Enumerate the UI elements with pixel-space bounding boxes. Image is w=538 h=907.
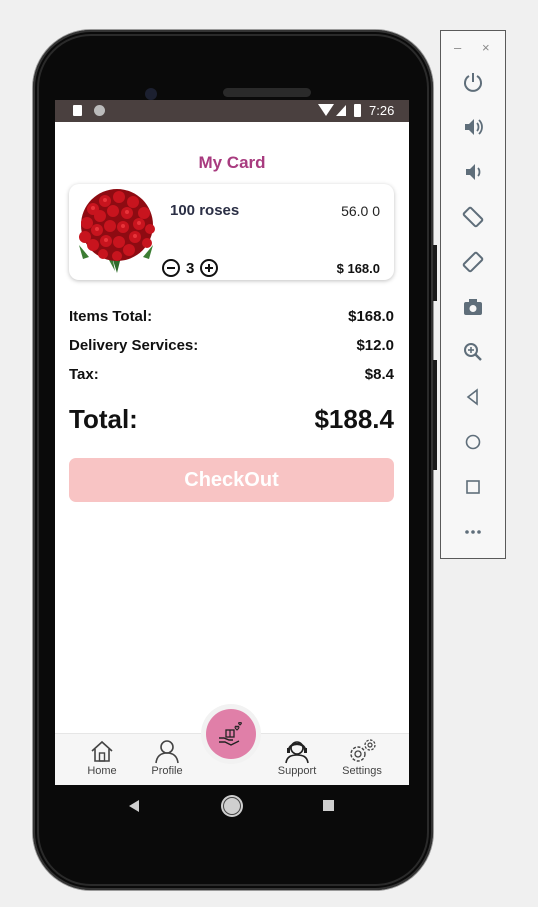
zoom-button[interactable] (457, 336, 489, 368)
settings-gears-icon (350, 739, 376, 762)
minimize-button[interactable]: – (454, 40, 461, 55)
product-name: 100 roses (170, 202, 240, 219)
emulator-control-panel: – × (440, 30, 506, 559)
front-camera (145, 88, 157, 100)
signal-icon (336, 105, 346, 116)
system-back-icon[interactable] (129, 800, 139, 812)
rotate-right-button[interactable] (457, 246, 489, 278)
power-side-button (433, 360, 437, 470)
overview-icon (466, 480, 480, 494)
nav-profile-label: Profile (151, 765, 183, 777)
volume-down-icon (466, 164, 481, 180)
nav-support-label: Support (277, 765, 317, 777)
system-recents-icon[interactable] (323, 800, 334, 811)
back-icon (466, 388, 478, 406)
earpiece-speaker (223, 88, 311, 97)
gift-hand-icon (219, 722, 242, 746)
status-bar: 7:26 (55, 100, 409, 122)
system-home-icon[interactable] (223, 797, 241, 815)
volume-down-button[interactable] (457, 156, 489, 188)
home-button[interactable] (457, 426, 489, 458)
delivery-label: Delivery Services: (69, 337, 199, 354)
sd-card-icon (73, 105, 82, 116)
quantity-stepper: 3 (162, 257, 219, 279)
tax-value: $8.4 (364, 366, 394, 383)
home-circle-icon (465, 434, 481, 450)
support-headset-icon (285, 741, 309, 764)
volume-up-button[interactable] (457, 111, 489, 143)
total-label: Total: (69, 404, 138, 434)
power-button[interactable] (457, 66, 489, 98)
volume-up-icon (465, 119, 483, 135)
more-button[interactable] (457, 516, 489, 548)
page-title: My Card (198, 153, 266, 172)
camera-icon (464, 299, 482, 315)
status-time: 7:26 (369, 103, 395, 118)
power-icon (464, 73, 482, 92)
quantity-value: 3 (186, 259, 195, 277)
rotate-left-button[interactable] (457, 201, 489, 233)
nav-home[interactable]: Home (72, 734, 132, 777)
checkout-button[interactable]: CheckOut (69, 458, 394, 502)
rose-bouquet-image (79, 189, 155, 273)
increase-quantity-button[interactable] (200, 259, 219, 277)
battery-icon (354, 104, 361, 117)
items-total-label: Items Total: (69, 308, 153, 325)
profile-icon (155, 740, 179, 764)
delivery-value: $12.0 (356, 337, 394, 354)
sync-icon (94, 105, 105, 116)
screenshot-button[interactable] (457, 291, 489, 323)
overview-button[interactable] (457, 471, 489, 503)
wifi-icon (318, 104, 334, 116)
decrease-quantity-button[interactable] (162, 259, 180, 277)
nav-settings-label: Settings (342, 765, 382, 777)
items-total-value: $168.0 (348, 308, 394, 325)
more-icon (465, 530, 481, 534)
volume-rocker (433, 245, 437, 301)
rotate-left-icon (462, 206, 484, 228)
nav-support[interactable]: Support (267, 734, 327, 777)
rotate-right-icon (462, 251, 484, 273)
nav-settings[interactable]: Settings (332, 734, 392, 777)
back-button[interactable] (457, 381, 489, 413)
nav-home-label: Home (87, 765, 117, 777)
zoom-icon (464, 343, 482, 361)
nav-profile[interactable]: Profile (137, 734, 197, 777)
home-icon (91, 740, 113, 762)
close-button[interactable]: × (482, 40, 490, 55)
cart-item-card[interactable]: 100 roses 56.0 0 3 $ 168.0 (69, 184, 394, 280)
line-total: $ 168.0 (336, 261, 380, 276)
gift-fab-button[interactable] (206, 709, 256, 759)
app-screen: 7:26 My Card 100 roses 56.0 0 3 $ 168.0 … (55, 100, 409, 785)
tax-label: Tax: (69, 366, 99, 383)
system-navigation-bar (55, 785, 409, 827)
product-unit-price: 56.0 0 (341, 203, 380, 219)
total-value: $188.4 (314, 404, 394, 434)
